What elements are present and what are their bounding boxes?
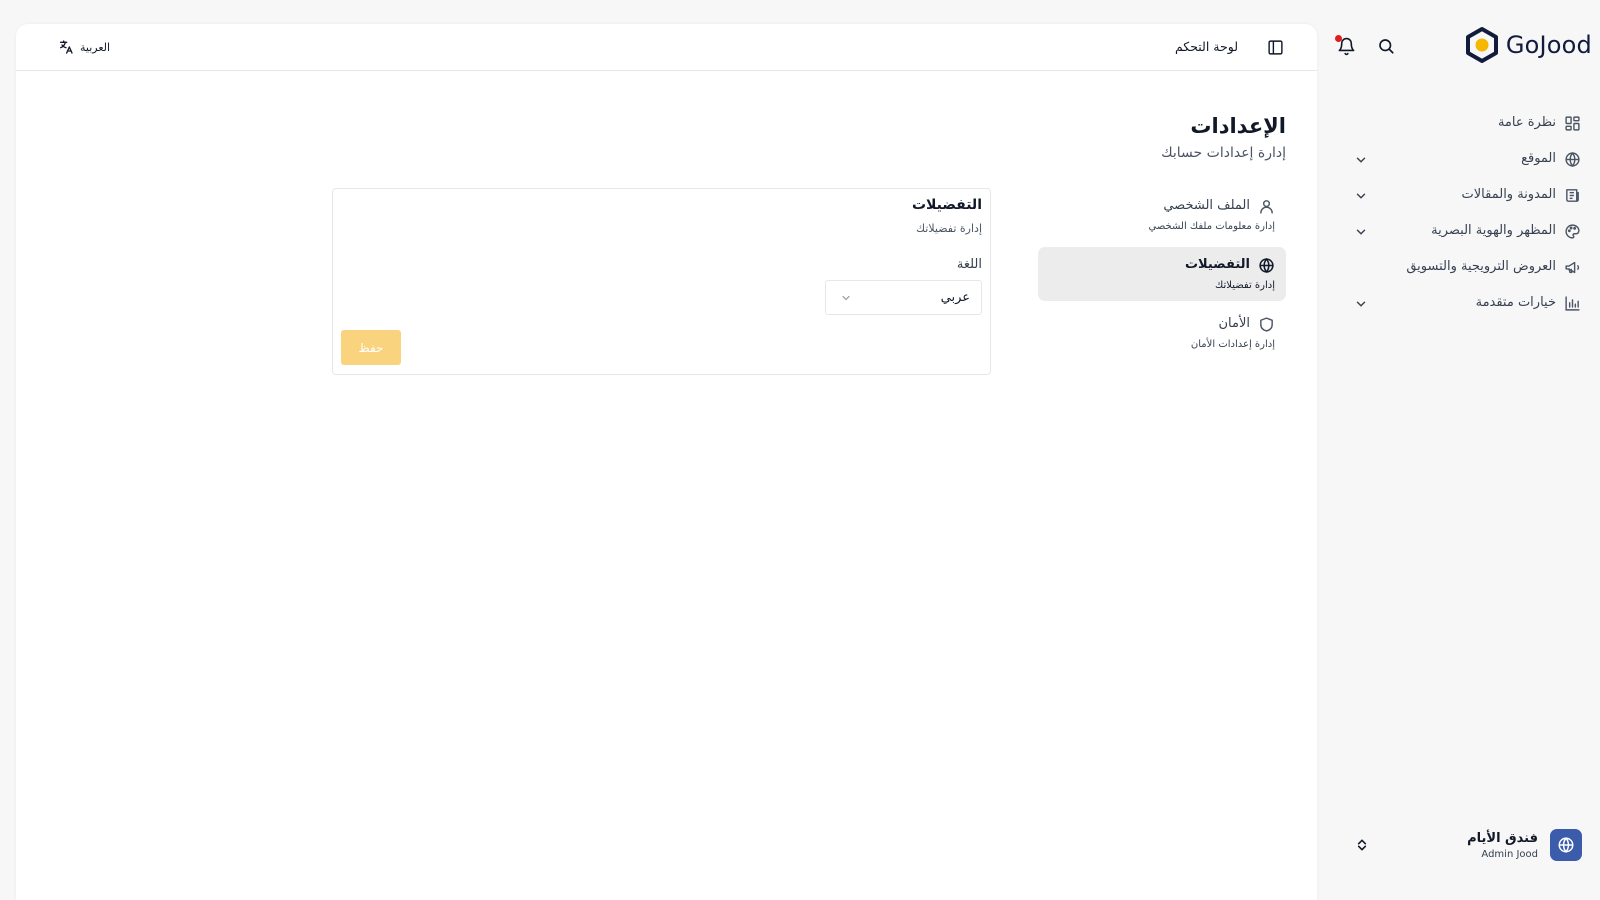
preferences-card: التفضيلات إدارة تفضيلاتك اللغة عربي حفظ [332, 188, 991, 375]
chevron-down-icon[interactable] [1354, 225, 1368, 239]
chevron-down-icon[interactable] [1354, 153, 1368, 167]
sidebar-nav: نظرة عامة الموقع المدونة والمقالات المظه… [1350, 106, 1600, 322]
sidebar-item-appearance[interactable]: المظهر والهوية البصرية [1350, 214, 1600, 250]
account-role: Admin Jood [1481, 849, 1538, 860]
main-panel: لوحة التحكم العربية الإعدادات إدارة إعدا… [16, 24, 1317, 900]
settings-nav-security[interactable]: الأمان إدارة إعدادات الأمان [1038, 306, 1286, 360]
brand-logo-link[interactable]: GoJood [1464, 26, 1592, 64]
account-name: فندق الأيام [1467, 831, 1538, 846]
globe-icon [1564, 151, 1582, 169]
chevron-down-icon [840, 292, 852, 304]
breadcrumb: لوحة التحكم [1174, 39, 1238, 54]
sidebar-item-label: المدونة والمقالات [1461, 187, 1556, 202]
page-title: الإعدادات [1190, 114, 1286, 138]
chevrons-up-down-icon [1354, 837, 1370, 853]
chevron-down-icon[interactable] [1354, 189, 1368, 203]
language-select-value: عربي [940, 290, 970, 305]
settings-nav-description: إدارة معلومات ملفك الشخصي [1148, 221, 1275, 232]
settings-nav-label: الأمان [1218, 316, 1251, 331]
sidebar-item-overview[interactable]: نظرة عامة [1350, 106, 1600, 142]
palette-icon [1564, 223, 1582, 241]
language-field-label: اللغة [956, 257, 982, 272]
card-description: إدارة تفضيلاتك [916, 222, 982, 235]
notifications-button[interactable] [1334, 34, 1358, 58]
newspaper-icon [1564, 187, 1582, 205]
language-select[interactable]: عربي [825, 280, 982, 315]
search-icon [1377, 37, 1395, 55]
shield-icon [1258, 316, 1275, 333]
sidebar: GoJood نظرة عامة الموقع المدونة والمقالا… [1335, 0, 1600, 900]
page-subtitle: إدارة إعدادات حسابك [1161, 145, 1286, 161]
sidebar-item-advanced[interactable]: خيارات متقدمة [1350, 286, 1600, 322]
topbar: لوحة التحكم العربية [16, 24, 1317, 71]
account-switcher[interactable]: فندق الأيام Admin Jood [1350, 820, 1600, 870]
sidebar-toggle-icon[interactable] [1267, 39, 1284, 56]
sidebar-item-label: المظهر والهوية البصرية [1431, 223, 1556, 238]
language-label: العربية [80, 40, 111, 54]
card-title: التفضيلات [911, 197, 982, 213]
sidebar-item-label: خيارات متقدمة [1475, 295, 1556, 310]
language-switcher[interactable]: العربية [58, 39, 110, 55]
sidebar-item-label: نظرة عامة [1497, 115, 1556, 130]
sidebar-item-label: الموقع [1521, 151, 1556, 166]
settings-nav-description: إدارة إعدادات الأمان [1190, 339, 1275, 350]
megaphone-icon [1564, 259, 1582, 277]
settings-nav-label: الملف الشخصي [1163, 198, 1250, 213]
save-button[interactable]: حفظ [341, 330, 401, 365]
sidebar-item-website[interactable]: الموقع [1350, 142, 1600, 178]
sidebar-item-blog[interactable]: المدونة والمقالات [1350, 178, 1600, 214]
settings-nav: الملف الشخصي إدارة معلومات ملفك الشخصي ا… [1038, 188, 1286, 365]
avatar [1550, 829, 1582, 861]
settings-nav-preferences[interactable]: التفضيلات إدارة تفضيلاتك [1038, 247, 1286, 301]
settings-nav-profile[interactable]: الملف الشخصي إدارة معلومات ملفك الشخصي [1038, 188, 1286, 242]
chevron-down-icon[interactable] [1354, 297, 1368, 311]
globe-icon [1258, 257, 1275, 274]
sidebar-item-promotions[interactable]: العروض الترويجية والتسويق [1350, 250, 1600, 286]
translate-icon [58, 39, 74, 55]
settings-nav-description: إدارة تفضيلاتك [1215, 280, 1275, 291]
brand-name: GoJood [1505, 31, 1592, 59]
grid-icon [1564, 115, 1582, 133]
notification-dot [1335, 35, 1342, 42]
search-button[interactable] [1374, 34, 1398, 58]
bar-chart-icon [1564, 295, 1582, 313]
sidebar-item-label: العروض الترويجية والتسويق [1406, 259, 1556, 274]
gojood-logo-icon [1464, 26, 1500, 64]
user-icon [1258, 198, 1275, 215]
settings-nav-label: التفضيلات [1184, 257, 1250, 272]
